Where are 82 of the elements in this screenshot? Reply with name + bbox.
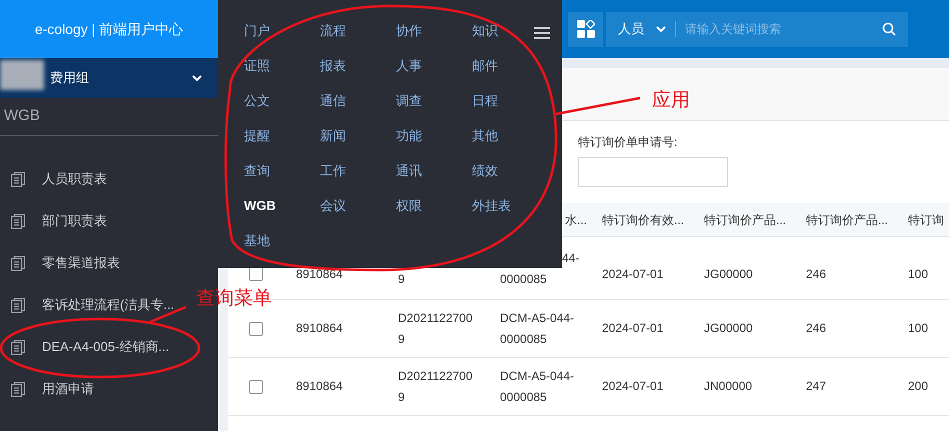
sidebar-item[interactable]: DEA-A4-005-经销商... bbox=[0, 326, 170, 368]
sidebar-item[interactable]: 零售渠道报表 bbox=[0, 242, 120, 284]
sidebar-item[interactable]: 部门职责表 bbox=[0, 200, 107, 242]
app-grid-button[interactable] bbox=[568, 12, 603, 46]
table-cell-text: 2024-07-01 bbox=[602, 378, 664, 395]
table-cell-text: 9 bbox=[398, 271, 405, 288]
table-cell-text: 246 bbox=[806, 320, 826, 337]
app-menu-item[interactable]: 提醒 bbox=[244, 126, 270, 146]
table-cell-text: 8910864 bbox=[296, 378, 343, 395]
app-menu-item[interactable]: 会议 bbox=[320, 196, 346, 216]
table-cell-text: 247 bbox=[806, 378, 826, 395]
table-cell-text: 2024-07-01 bbox=[602, 320, 664, 337]
table-cell-text: 8910864 bbox=[296, 320, 343, 337]
table-cell-text: JN00000 bbox=[704, 378, 752, 395]
document-icon bbox=[11, 340, 25, 354]
field-label: 特订询价单申请号: bbox=[578, 134, 678, 151]
table-cell-text: DCM-A5-044- 0000085 bbox=[500, 310, 574, 348]
sidebar-item[interactable]: 人员职责表 bbox=[0, 158, 107, 200]
app-menu-item[interactable]: 门户 bbox=[244, 21, 270, 41]
table-cell-text: JG00000 bbox=[704, 266, 753, 282]
table-cell-text: 8910864 bbox=[296, 266, 343, 282]
chevron-down-icon bbox=[192, 74, 202, 82]
table-cell-text: 100 bbox=[908, 320, 928, 337]
app-menu-item[interactable]: 协作 bbox=[396, 21, 422, 41]
document-icon bbox=[11, 172, 25, 186]
app-menu-item[interactable]: 公文 bbox=[244, 91, 270, 111]
document-icon bbox=[11, 256, 25, 270]
app-menu-item[interactable]: 新闻 bbox=[320, 126, 346, 146]
section-title: WGB bbox=[4, 106, 40, 126]
row-checkbox[interactable] bbox=[248, 322, 262, 336]
app-menu-item[interactable]: 功能 bbox=[396, 126, 422, 146]
app-menu-item[interactable]: 基地 bbox=[244, 231, 270, 251]
app-menu-item[interactable]: 日程 bbox=[472, 91, 498, 111]
document-icon bbox=[11, 382, 25, 396]
table-cell-text: 2024-07-01 bbox=[602, 266, 664, 282]
row-checkbox[interactable] bbox=[248, 267, 262, 281]
search-scope[interactable]: 人员 bbox=[618, 19, 644, 39]
row-checkbox[interactable] bbox=[248, 380, 262, 394]
menu-icon[interactable] bbox=[534, 27, 550, 39]
search-icon[interactable] bbox=[882, 22, 896, 36]
app-menu-item[interactable]: 人事 bbox=[396, 56, 422, 76]
annotation-label: 应用 bbox=[652, 90, 690, 112]
table-cell-text: D2021122700 9 bbox=[398, 310, 473, 348]
app-menu-item[interactable]: 外挂表 bbox=[472, 196, 511, 216]
table-cell-text: 246 bbox=[806, 266, 826, 282]
table-cell-text: 0000085 bbox=[500, 271, 547, 288]
column-header: 特订询价产品... bbox=[806, 212, 888, 226]
table-cell-text: 44- bbox=[561, 250, 580, 267]
table-cell-text: 200 bbox=[908, 378, 928, 395]
column-header: 特订询价有效... bbox=[602, 212, 684, 226]
app-menu-item[interactable]: 查询 bbox=[244, 161, 270, 181]
table-cell-text: 100 bbox=[908, 266, 928, 282]
app-menu-item[interactable]: WGB bbox=[244, 196, 276, 216]
app-menu-item[interactable]: 知识 bbox=[472, 21, 498, 41]
search-field[interactable]: 人员 请输入关键词搜索 bbox=[606, 12, 908, 46]
column-header: 特订询 bbox=[908, 212, 944, 226]
sidebar-item[interactable]: 用酒申请 bbox=[0, 368, 94, 410]
app-menu-item[interactable]: 证照 bbox=[244, 56, 270, 76]
app-menu-item[interactable]: 流程 bbox=[320, 21, 346, 41]
redacted-patch bbox=[0, 60, 44, 90]
chevron-down-icon bbox=[656, 26, 666, 32]
input-field[interactable] bbox=[578, 157, 728, 187]
app-menu-item[interactable]: 邮件 bbox=[472, 56, 498, 76]
app-menu-item[interactable]: 报表 bbox=[320, 56, 346, 76]
group-selector[interactable]: 费用组 bbox=[0, 58, 218, 98]
sidebar-item[interactable]: 客诉处理流程(洁具专... bbox=[0, 284, 174, 326]
app-menu-item[interactable]: 绩效 bbox=[472, 161, 498, 181]
app-menu-item[interactable]: 工作 bbox=[320, 161, 346, 181]
brand-title: e-cology | 前端用户中心 bbox=[34, 20, 184, 39]
app-menu-item[interactable]: 权限 bbox=[396, 196, 422, 216]
document-icon bbox=[11, 298, 25, 312]
document-icon bbox=[11, 214, 25, 228]
app-menu-item[interactable]: 通信 bbox=[320, 91, 346, 111]
table-cell-text: D2021122700 9 bbox=[398, 368, 473, 406]
table-cell-text: JG00000 bbox=[704, 320, 753, 337]
app-menu-item[interactable]: 其他 bbox=[472, 126, 498, 146]
column-header: 特订询价产品... bbox=[704, 212, 786, 226]
grid-icon bbox=[576, 20, 594, 38]
table-cell-text: DCM-A5-044- 0000085 bbox=[500, 368, 574, 406]
app-menu-item[interactable]: 通讯 bbox=[396, 161, 422, 181]
app-menu-item[interactable]: 调查 bbox=[396, 91, 422, 111]
column-header: 水... bbox=[565, 212, 588, 226]
